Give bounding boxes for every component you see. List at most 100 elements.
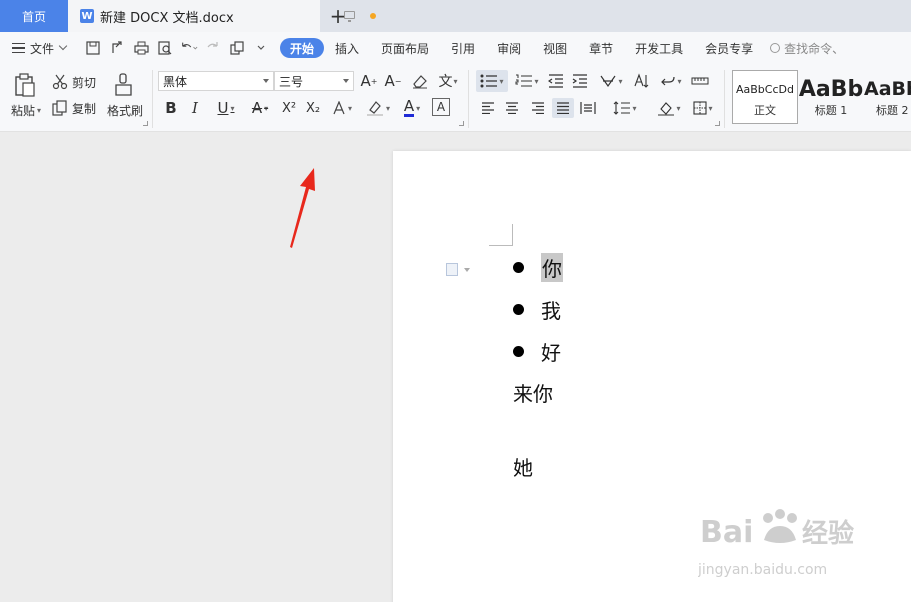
group-divider: [468, 70, 469, 128]
redo-icon[interactable]: [204, 39, 222, 57]
print-icon[interactable]: [132, 39, 150, 57]
style-normal[interactable]: AaBbCcDd 正文: [732, 70, 798, 124]
tab-section[interactable]: 章节: [578, 38, 624, 58]
text-effect-icon[interactable]: ▾: [328, 98, 356, 118]
paragraph-layout-icon[interactable]: [446, 263, 470, 276]
command-search[interactable]: 查找命令、: [770, 40, 844, 57]
underline-button[interactable]: U ▾: [210, 98, 242, 118]
export-icon[interactable]: [108, 39, 126, 57]
tab-page-layout[interactable]: 页面布局: [370, 38, 440, 58]
svg-text:Bai: Bai: [700, 515, 753, 550]
unsaved-dot: [370, 13, 376, 19]
file-menu-label: 文件: [30, 41, 55, 56]
highlight-icon[interactable]: ▾: [362, 98, 394, 118]
list-item[interactable]: 好: [513, 331, 561, 371]
bullet-icon: [513, 261, 524, 273]
brush-icon[interactable]: [110, 72, 138, 98]
wps-writer-icon: W: [80, 9, 94, 23]
copy-icon: [52, 100, 67, 116]
ruler-icon[interactable]: [690, 70, 710, 92]
baidu-jingyan-watermark: Bai 经验 jingyan.baidu.com: [698, 509, 854, 578]
group-divider: [724, 70, 725, 128]
bullet-icon: [513, 345, 524, 357]
customize-toolbar-icon[interactable]: [252, 39, 270, 57]
ribbon-tabs: 开始 插入 页面布局 引用 审阅 视图 章节 开发工具 会员专享: [280, 38, 764, 58]
list-item-text: 好: [541, 340, 561, 365]
paragraph-dialog-launcher[interactable]: [715, 121, 720, 126]
align-left-icon[interactable]: [478, 98, 498, 118]
tab-review[interactable]: 审阅: [486, 38, 532, 58]
format-painter-button[interactable]: 格式刷: [104, 102, 146, 118]
borders-icon[interactable]: ▾: [688, 98, 718, 118]
copy-format-icon[interactable]: [228, 39, 246, 57]
clipboard-dialog-launcher[interactable]: [143, 121, 148, 126]
font-size-select[interactable]: 三号: [274, 71, 354, 91]
ribbon-home: 粘贴 ▾ 剪切 复制 格式刷 黑体 三号 A + A − 文 ▾ B I U ▾ A ▾ X…: [0, 64, 911, 132]
svg-text:经验: 经验: [802, 518, 854, 549]
dropdown-arrow-icon: [343, 79, 349, 83]
margin-corner-mark: [489, 224, 513, 246]
character-border-button[interactable]: A: [432, 98, 450, 116]
tab-home[interactable]: 首页: [0, 0, 68, 32]
numbered-list-icon[interactable]: ▾: [512, 70, 542, 92]
distributed-align-icon[interactable]: [578, 98, 598, 118]
copy-label: 复制: [72, 101, 97, 116]
tab-references[interactable]: 引用: [440, 38, 486, 58]
file-menu[interactable]: 文件: [0, 40, 84, 57]
subscript-button[interactable]: X₂: [302, 98, 324, 118]
list-item-text-selected: 你: [541, 252, 563, 282]
paragraph-line[interactable]: 来你: [513, 372, 553, 412]
shading-icon[interactable]: ▾: [654, 98, 684, 118]
tab-view[interactable]: 视图: [532, 38, 578, 58]
font-dialog-launcher[interactable]: [459, 121, 464, 126]
strikethrough-button[interactable]: A ▾: [246, 98, 274, 118]
copy-button[interactable]: 复制: [52, 99, 98, 117]
cut-button[interactable]: 剪切: [52, 73, 98, 91]
clear-format-icon[interactable]: [410, 72, 430, 90]
search-placeholder: 查找命令、: [784, 41, 845, 56]
style-heading-1[interactable]: AaBb 标题 1: [799, 70, 863, 124]
justify-icon[interactable]: [552, 98, 574, 118]
list-item[interactable]: 你: [513, 247, 563, 287]
quick-access-toolbar: [84, 39, 270, 57]
print-preview-icon[interactable]: [156, 39, 174, 57]
save-icon[interactable]: [84, 39, 102, 57]
monitor-icon[interactable]: [344, 11, 355, 22]
superscript-button[interactable]: X²: [278, 98, 300, 118]
list-item-text: 我: [541, 298, 561, 323]
list-item[interactable]: 我: [513, 289, 561, 329]
group-divider: [152, 70, 153, 128]
bullet-icon: [513, 303, 524, 315]
chevron-down-icon: [58, 41, 68, 51]
align-right-icon[interactable]: [528, 98, 548, 118]
cut-label: 剪切: [72, 75, 97, 90]
svg-text:jingyan.baidu.com: jingyan.baidu.com: [698, 562, 827, 578]
paste-button[interactable]: 粘贴 ▾: [8, 102, 44, 118]
bullet-list-icon[interactable]: ▾: [476, 70, 508, 92]
shrink-font-icon[interactable]: A −: [384, 72, 402, 90]
line-spacing-icon[interactable]: ▾: [610, 98, 640, 118]
tab-bar: 首页 W 新建 DOCX 文档.docx +: [0, 0, 911, 32]
phonetic-guide-button[interactable]: 文 ▾: [434, 72, 462, 90]
increase-indent-icon[interactable]: [570, 70, 590, 92]
italic-button[interactable]: I: [186, 98, 204, 118]
style-heading-2[interactable]: AaBb 标题 2: [864, 70, 911, 124]
paste-icon[interactable]: [12, 72, 38, 98]
tab-start[interactable]: 开始: [280, 38, 325, 58]
red-arrow-annotation: [290, 168, 315, 248]
tab-developer[interactable]: 开发工具: [624, 38, 694, 58]
tab-member[interactable]: 会员专享: [694, 38, 764, 58]
chinese-layout-icon[interactable]: ▾: [596, 70, 626, 92]
tab-document[interactable]: W 新建 DOCX 文档.docx: [68, 0, 376, 32]
show-marks-icon[interactable]: ▾: [656, 70, 686, 92]
grow-font-icon[interactable]: A +: [360, 72, 378, 90]
font-name-select[interactable]: 黑体: [158, 71, 274, 91]
decrease-indent-icon[interactable]: [546, 70, 566, 92]
sort-icon[interactable]: [632, 70, 652, 92]
font-color-button[interactable]: A ▾: [398, 98, 426, 118]
undo-icon[interactable]: [180, 39, 198, 57]
paragraph-line[interactable]: 她: [513, 446, 533, 486]
bold-button[interactable]: B: [162, 98, 180, 118]
align-center-icon[interactable]: [502, 98, 522, 118]
tab-insert[interactable]: 插入: [324, 38, 370, 58]
